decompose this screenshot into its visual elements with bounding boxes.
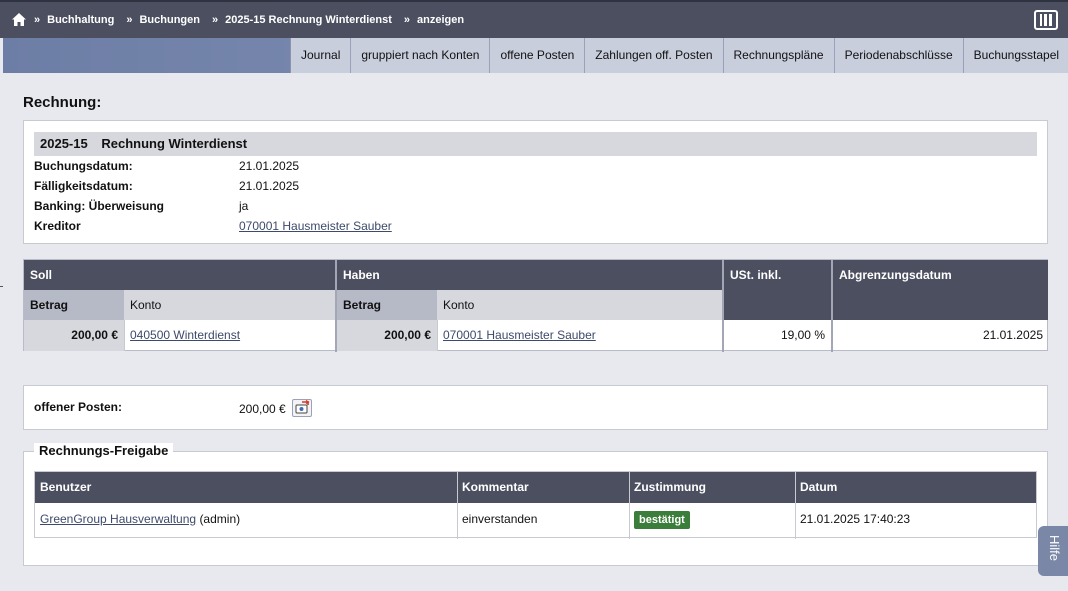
breadcrumb-separator: »	[34, 13, 41, 26]
invoice-header: 2025-15 Rechnung Winterdienst	[34, 132, 1037, 156]
breadcrumb-item-current: anzeigen	[417, 13, 465, 26]
field-label: Fälligkeitsdatum:	[34, 179, 133, 193]
kreditor-link[interactable]: 070001 Hausmeister Sauber	[239, 216, 392, 236]
divider	[795, 472, 796, 539]
haben-konto-link[interactable]: 070001 Hausmeister Sauber	[443, 320, 596, 351]
panel-toggle-icon[interactable]	[1034, 10, 1058, 30]
haben-betrag-header: Betrag	[337, 290, 437, 320]
tab-journal[interactable]: Journal	[290, 38, 351, 73]
tab-buchungsstapel[interactable]: Buchungsstapel	[962, 38, 1068, 73]
divider	[457, 472, 458, 539]
haben-konto-header: Konto	[437, 290, 722, 320]
approval-header-user: Benutzer	[35, 472, 457, 503]
field-value: 21.01.2025	[239, 159, 300, 173]
tab-offene-posten[interactable]: offene Posten	[489, 38, 585, 73]
tab-gruppiert-nach-konten[interactable]: gruppiert nach Konten	[350, 38, 490, 73]
breadcrumb-separator: »	[211, 13, 219, 26]
invoice-title: Rechnung Winterdienst	[101, 136, 248, 151]
divider	[335, 260, 337, 352]
approval-header-date: Datum	[795, 472, 1036, 503]
soll-konto-link[interactable]: 040500 Winterdienst	[130, 320, 240, 351]
breadcrumb-bar: » Buchhaltung » Buchungen » 2025-15 Rech…	[0, 0, 1068, 38]
breadcrumb-item-buchungen[interactable]: Buchungen	[139, 14, 200, 26]
tab-zahlungen[interactable]: Zahlungen off. Posten	[584, 38, 723, 73]
approval-legend: Rechnungs-Freigabe	[34, 443, 174, 458]
invoice-number: 2025-15	[40, 136, 88, 151]
tab-rechnungsplaene[interactable]: Rechnungspläne	[722, 38, 834, 73]
approval-user-link[interactable]: GreenGroup Hausverwaltung	[40, 512, 196, 526]
divider	[629, 472, 630, 539]
soll-konto-header: Konto	[124, 290, 335, 320]
page-title: Rechnung:	[23, 94, 102, 111]
haben-header: Haben	[337, 260, 722, 290]
approval-user-role: (admin)	[199, 512, 241, 526]
approval-header-consent: Zustimmung	[629, 472, 795, 503]
approval-header-comment: Kommentar	[457, 472, 629, 503]
divider	[831, 260, 833, 352]
breadcrumb-item-invoice[interactable]: 2025-15 Rechnung Winterdienst	[225, 14, 392, 26]
tab-periodenabschluesse[interactable]: Periodenabschlüsse	[833, 38, 963, 73]
approval-date: 21.01.2025 17:40:23	[800, 512, 911, 526]
divider	[722, 260, 724, 352]
haben-betrag: 200,00 €	[337, 320, 437, 351]
booking-table: Soll Haben USt. inkl. Abgrenzungsdatum B…	[23, 259, 1048, 352]
open-item-value: 200,00 €	[239, 402, 286, 416]
invoice-info-box: 2025-15 Rechnung Winterdienst Buchungsda…	[23, 120, 1048, 244]
divider	[0, 286, 3, 287]
divider	[124, 320, 125, 351]
breadcrumb: » Buchhaltung » Buchungen » 2025-15 Rech…	[12, 13, 476, 26]
soll-betrag: 200,00 €	[24, 320, 124, 351]
tab-bar: Journal gruppiert nach Konten offene Pos…	[3, 38, 1068, 73]
payment-action-icon[interactable]	[292, 399, 312, 417]
abgrenzung-header: Abgrenzungsdatum	[833, 260, 1048, 320]
soll-header: Soll	[24, 260, 335, 290]
approval-comment: einverstanden	[462, 512, 538, 526]
approval-table: Benutzer Kommentar Zustimmung Datum Gree…	[34, 471, 1037, 539]
breadcrumb-separator: »	[126, 13, 133, 26]
open-item-box: offener Posten: 200,00 €	[23, 385, 1048, 430]
field-label: Kreditor	[34, 219, 81, 233]
divider	[437, 320, 438, 351]
breadcrumb-item-buchhaltung[interactable]: Buchhaltung	[47, 14, 114, 26]
field-label: Banking: Überweisung	[34, 199, 165, 213]
help-button[interactable]: Hilfe	[1038, 526, 1068, 576]
abgrenzungsdatum-value: 21.01.2025	[982, 328, 1043, 342]
approval-status-cell: bestätigt	[629, 503, 795, 538]
soll-betrag-header: Betrag	[24, 290, 124, 320]
help-label: Hilfe	[1047, 535, 1062, 562]
home-icon[interactable]	[12, 13, 26, 26]
ust-value: 19,00 %	[780, 328, 825, 342]
table-row-user: GreenGroup Hausverwaltung (admin)	[35, 503, 457, 538]
field-value: ja	[239, 199, 249, 213]
field-value: 21.01.2025	[239, 179, 300, 193]
open-item-label: offener Posten:	[34, 400, 123, 414]
ust-header: USt. inkl.	[724, 260, 831, 320]
field-label: Buchungsdatum:	[34, 159, 133, 173]
breadcrumb-separator: »	[403, 13, 410, 26]
status-badge: bestätigt	[634, 511, 690, 529]
